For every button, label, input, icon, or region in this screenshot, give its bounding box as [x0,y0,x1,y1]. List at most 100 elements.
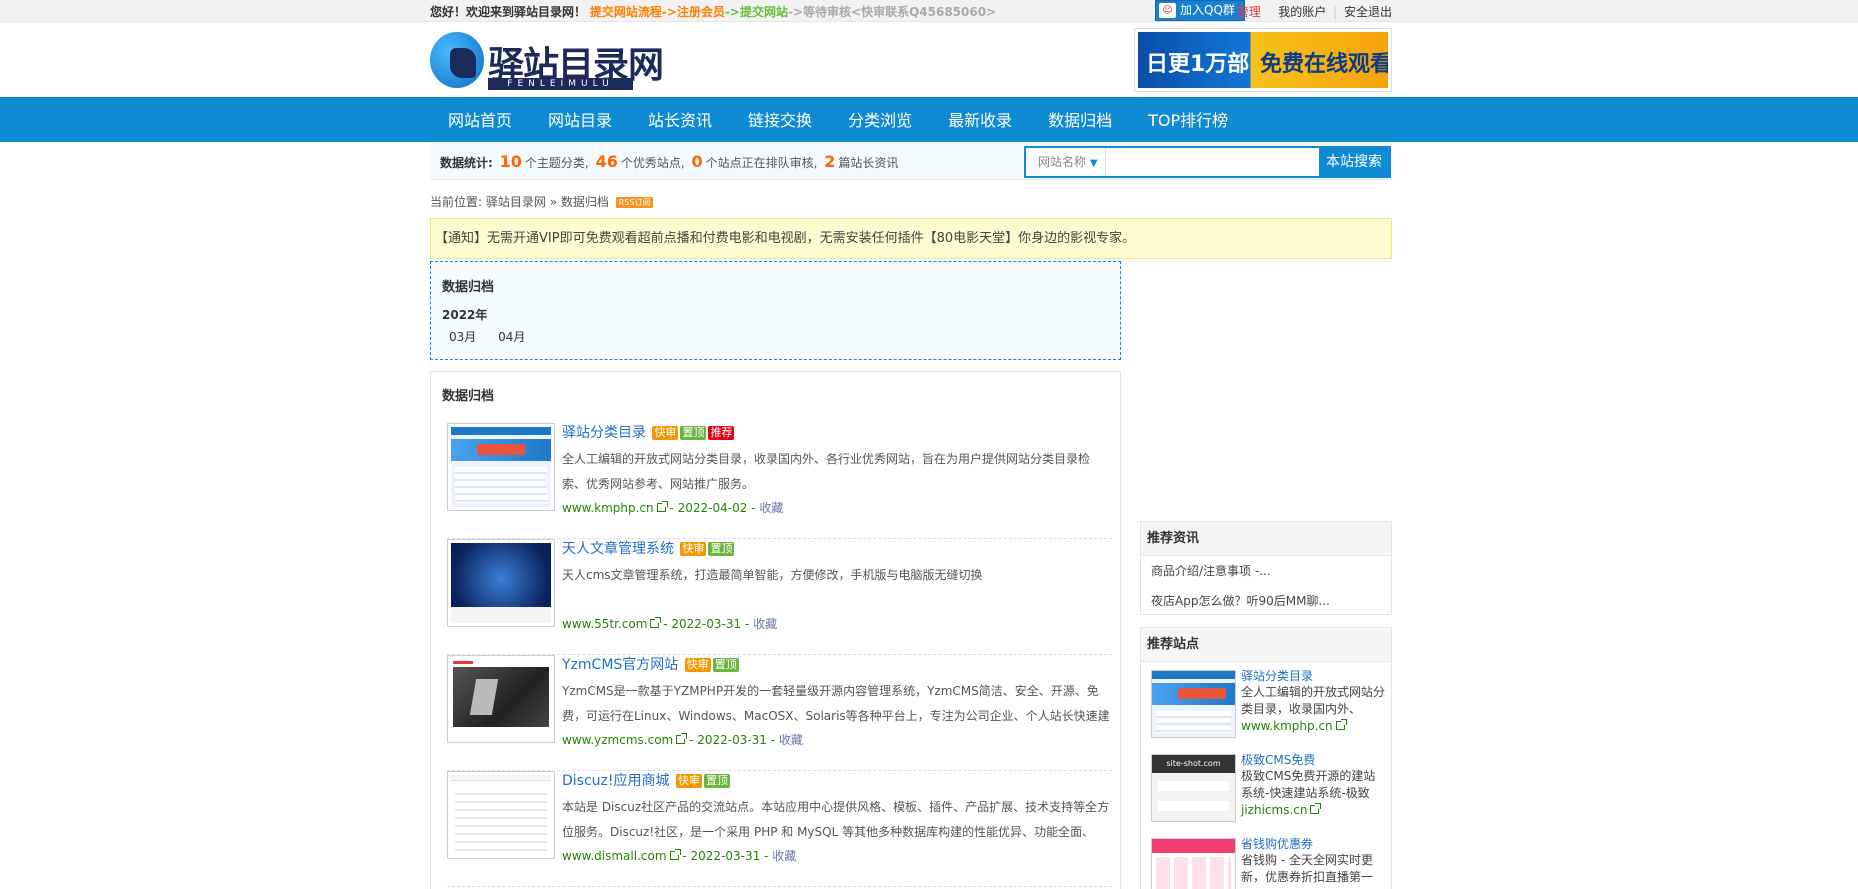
nav-category-browse[interactable]: 分类浏览 [830,98,930,143]
site-name-link[interactable]: 驿站分类目录 [562,425,646,441]
archive-year: 2022年 [442,308,488,322]
site-thumbnail[interactable] [447,655,555,743]
site-date: - 2022-03-31 - [689,733,776,747]
join-qq-group-button[interactable]: ☺ 加入QQ群 [1155,0,1245,21]
site-thumbnail[interactable] [1151,838,1236,889]
tag-pinned: 置顶 [680,426,707,440]
favorite-link[interactable]: 收藏 [759,501,783,515]
tag-fast-review: 快审 [652,426,679,440]
submit-flow-link[interactable]: 提交网站流程 [590,5,662,19]
nav-link-exchange[interactable]: 链接交换 [730,98,830,143]
breadcrumb: 当前位置: 驿站目录网 » 数据归档 RSS订阅 [430,193,654,210]
site-url-link[interactable]: www.yzmcms.com [562,733,673,747]
site-description: 极致CMS免费开源的建站系统-快速建站系统-极致 [1241,769,1376,800]
nav-latest[interactable]: 最新收录 [930,98,1030,143]
site-date: - 2022-03-31 - [663,617,750,631]
site-description: YzmCMS是一款基于YZMPHP开发的一套轻量级开源内容管理系统，YzmCMS… [562,684,1110,723]
external-link-icon[interactable] [656,501,668,512]
categories-count: 10 [499,152,522,171]
rss-icon[interactable]: RSS订阅 [615,197,654,208]
search-scope-value: 网站名称 [1038,155,1087,169]
admin-link[interactable]: 管理 [1237,5,1261,19]
logo-globe-icon [430,32,484,88]
breadcrumb-home-link[interactable]: 驿站目录网 [486,195,546,209]
qq-icon: ☺ [1159,3,1176,18]
external-link-icon[interactable] [1335,719,1347,730]
list-item: 天人文章管理系统 快审 置顶 天人cms文章管理系统，打造最简单智能，方便修改，手… [447,539,1112,655]
favorite-link[interactable]: 收藏 [779,733,803,747]
recommended-site-item: site-shot.com 极致CMS免费 极致CMS免费开源的建站系统-快速建… [1141,746,1391,830]
logo-subtitle: FENLEIMULU [488,78,633,90]
thumbnail-caption: site-shot.com [1152,755,1235,773]
external-link-icon[interactable] [669,849,681,860]
site-url-link[interactable]: jizhicms.cn [1241,803,1307,817]
site-name-link[interactable]: Discuz!应用商城 [562,773,670,789]
site-thumbnail[interactable] [1151,670,1236,738]
site-name-link[interactable]: 省钱购优惠券 [1241,836,1386,852]
site-url-link[interactable]: www.kmphp.cn [562,501,654,515]
submit-site-link[interactable]: 提交网站 [740,5,788,19]
news-item-link[interactable]: 商品介绍/注意事项 -... [1141,556,1391,586]
header: 驿站目录网 FENLEIMULU 日更1万部 免费在线观看 [430,22,1392,97]
arrow: -> [724,5,740,19]
arrow: -> [661,5,677,19]
news-text: 篇站长资讯 [838,156,899,170]
chevron-down-icon: ▼ [1089,158,1098,169]
recommended-site-item: 驿站分类目录 全人工编辑的开放式网站分类目录，收录国内外、 www.kmphp.… [1141,662,1391,746]
nav-top-rank[interactable]: TOP排行榜 [1130,98,1246,143]
breadcrumb-separator: » [549,195,558,209]
wait-review-text: 等待审核<快审联系Q45685060> [803,5,997,19]
site-description: 省钱购 - 全天全网实时更新，优惠券折扣直播第一 [1241,853,1374,884]
list-item: YzmCMS官方网站 快审 置顶 YzmCMS是一款基于YZMPHP开发的一套轻量… [447,655,1112,771]
register-link[interactable]: 注册会员 [677,5,725,19]
site-url-link[interactable]: www.55tr.com [562,617,647,631]
separator [1268,5,1272,19]
recommended-news-panel: 推荐资讯 商品介绍/注意事项 -... 夜店App怎么做？听90后MM聊... [1140,521,1392,615]
logout-link[interactable]: 安全退出 [1344,5,1392,19]
sites-text: 个优秀站点, [620,156,685,170]
site-logo[interactable]: 驿站目录网 FENLEIMULU [430,32,664,92]
recommended-sites-title: 推荐站点 [1141,628,1391,662]
news-count: 2 [824,152,836,171]
search-button[interactable]: 本站搜索 [1319,148,1389,176]
external-link-icon[interactable] [650,617,662,628]
site-name-link[interactable]: 驿站分类目录 [1241,668,1386,684]
nav-home[interactable]: 网站首页 [430,98,530,143]
welcome-message: 您好！欢迎来到驿站目录网！ [430,5,587,19]
site-description: 天人cms文章管理系统，打造最简单智能，方便修改，手机版与电脑版无缝切换 [562,568,983,582]
tag-pinned: 置顶 [708,542,735,556]
site-url-link[interactable]: www.kmphp.cn [1241,719,1333,733]
archive-month-link[interactable]: 03月 [449,330,476,344]
nav-directory[interactable]: 网站目录 [530,98,630,143]
archive-month-link[interactable]: 04月 [498,330,525,344]
tag-fast-review: 快审 [684,658,711,672]
list-item: Discuz!应用商城 快审 置顶 本站是 Discuz社区产品的交流站点。本站应… [447,771,1112,887]
external-link-icon[interactable] [676,733,688,744]
news-item-link[interactable]: 夜店App怎么做？听90后MM聊... [1141,586,1391,616]
site-date: - 2022-04-02 - [669,501,756,515]
breadcrumb-current: 数据归档 [560,195,609,209]
pending-text: 个站点正在排队审核, [705,156,818,170]
nav-archive[interactable]: 数据归档 [1030,98,1130,143]
favorite-link[interactable]: 收藏 [753,617,777,631]
listing-title: 数据归档 [442,389,495,404]
header-ad-banner[interactable]: 日更1万部 免费在线观看 [1134,28,1392,92]
search-scope-select[interactable]: 网站名称 ▼ [1026,148,1106,176]
site-name-link[interactable]: 极致CMS免费 [1241,752,1386,768]
external-link-icon[interactable] [1310,803,1322,814]
site-thumbnail[interactable] [447,771,555,859]
nav-webmaster-news[interactable]: 站长资讯 [630,98,730,143]
site-thumbnail[interactable] [447,423,555,511]
my-account-link[interactable]: 我的账户 [1278,5,1326,19]
site-url-link[interactable]: www.dismall.com [562,849,667,863]
site-description: 全人工编辑的开放式网站分类目录，收录国内外、 [1241,685,1386,716]
favorite-link[interactable]: 收藏 [772,849,796,863]
site-thumbnail[interactable]: site-shot.com [1151,754,1236,822]
site-thumbnail[interactable] [447,539,555,627]
site-name-link[interactable]: YzmCMS官方网站 [562,657,678,673]
arrow: -> [787,5,804,19]
site-name-link[interactable]: 天人文章管理系统 [562,541,674,557]
notice-banner: 【通知】无需开通VIP即可免费观看超前点播和付费电影和电视剧，无需安装任何插件【… [430,218,1392,259]
search-input[interactable] [1108,150,1308,174]
recommended-news-title: 推荐资讯 [1141,522,1391,556]
